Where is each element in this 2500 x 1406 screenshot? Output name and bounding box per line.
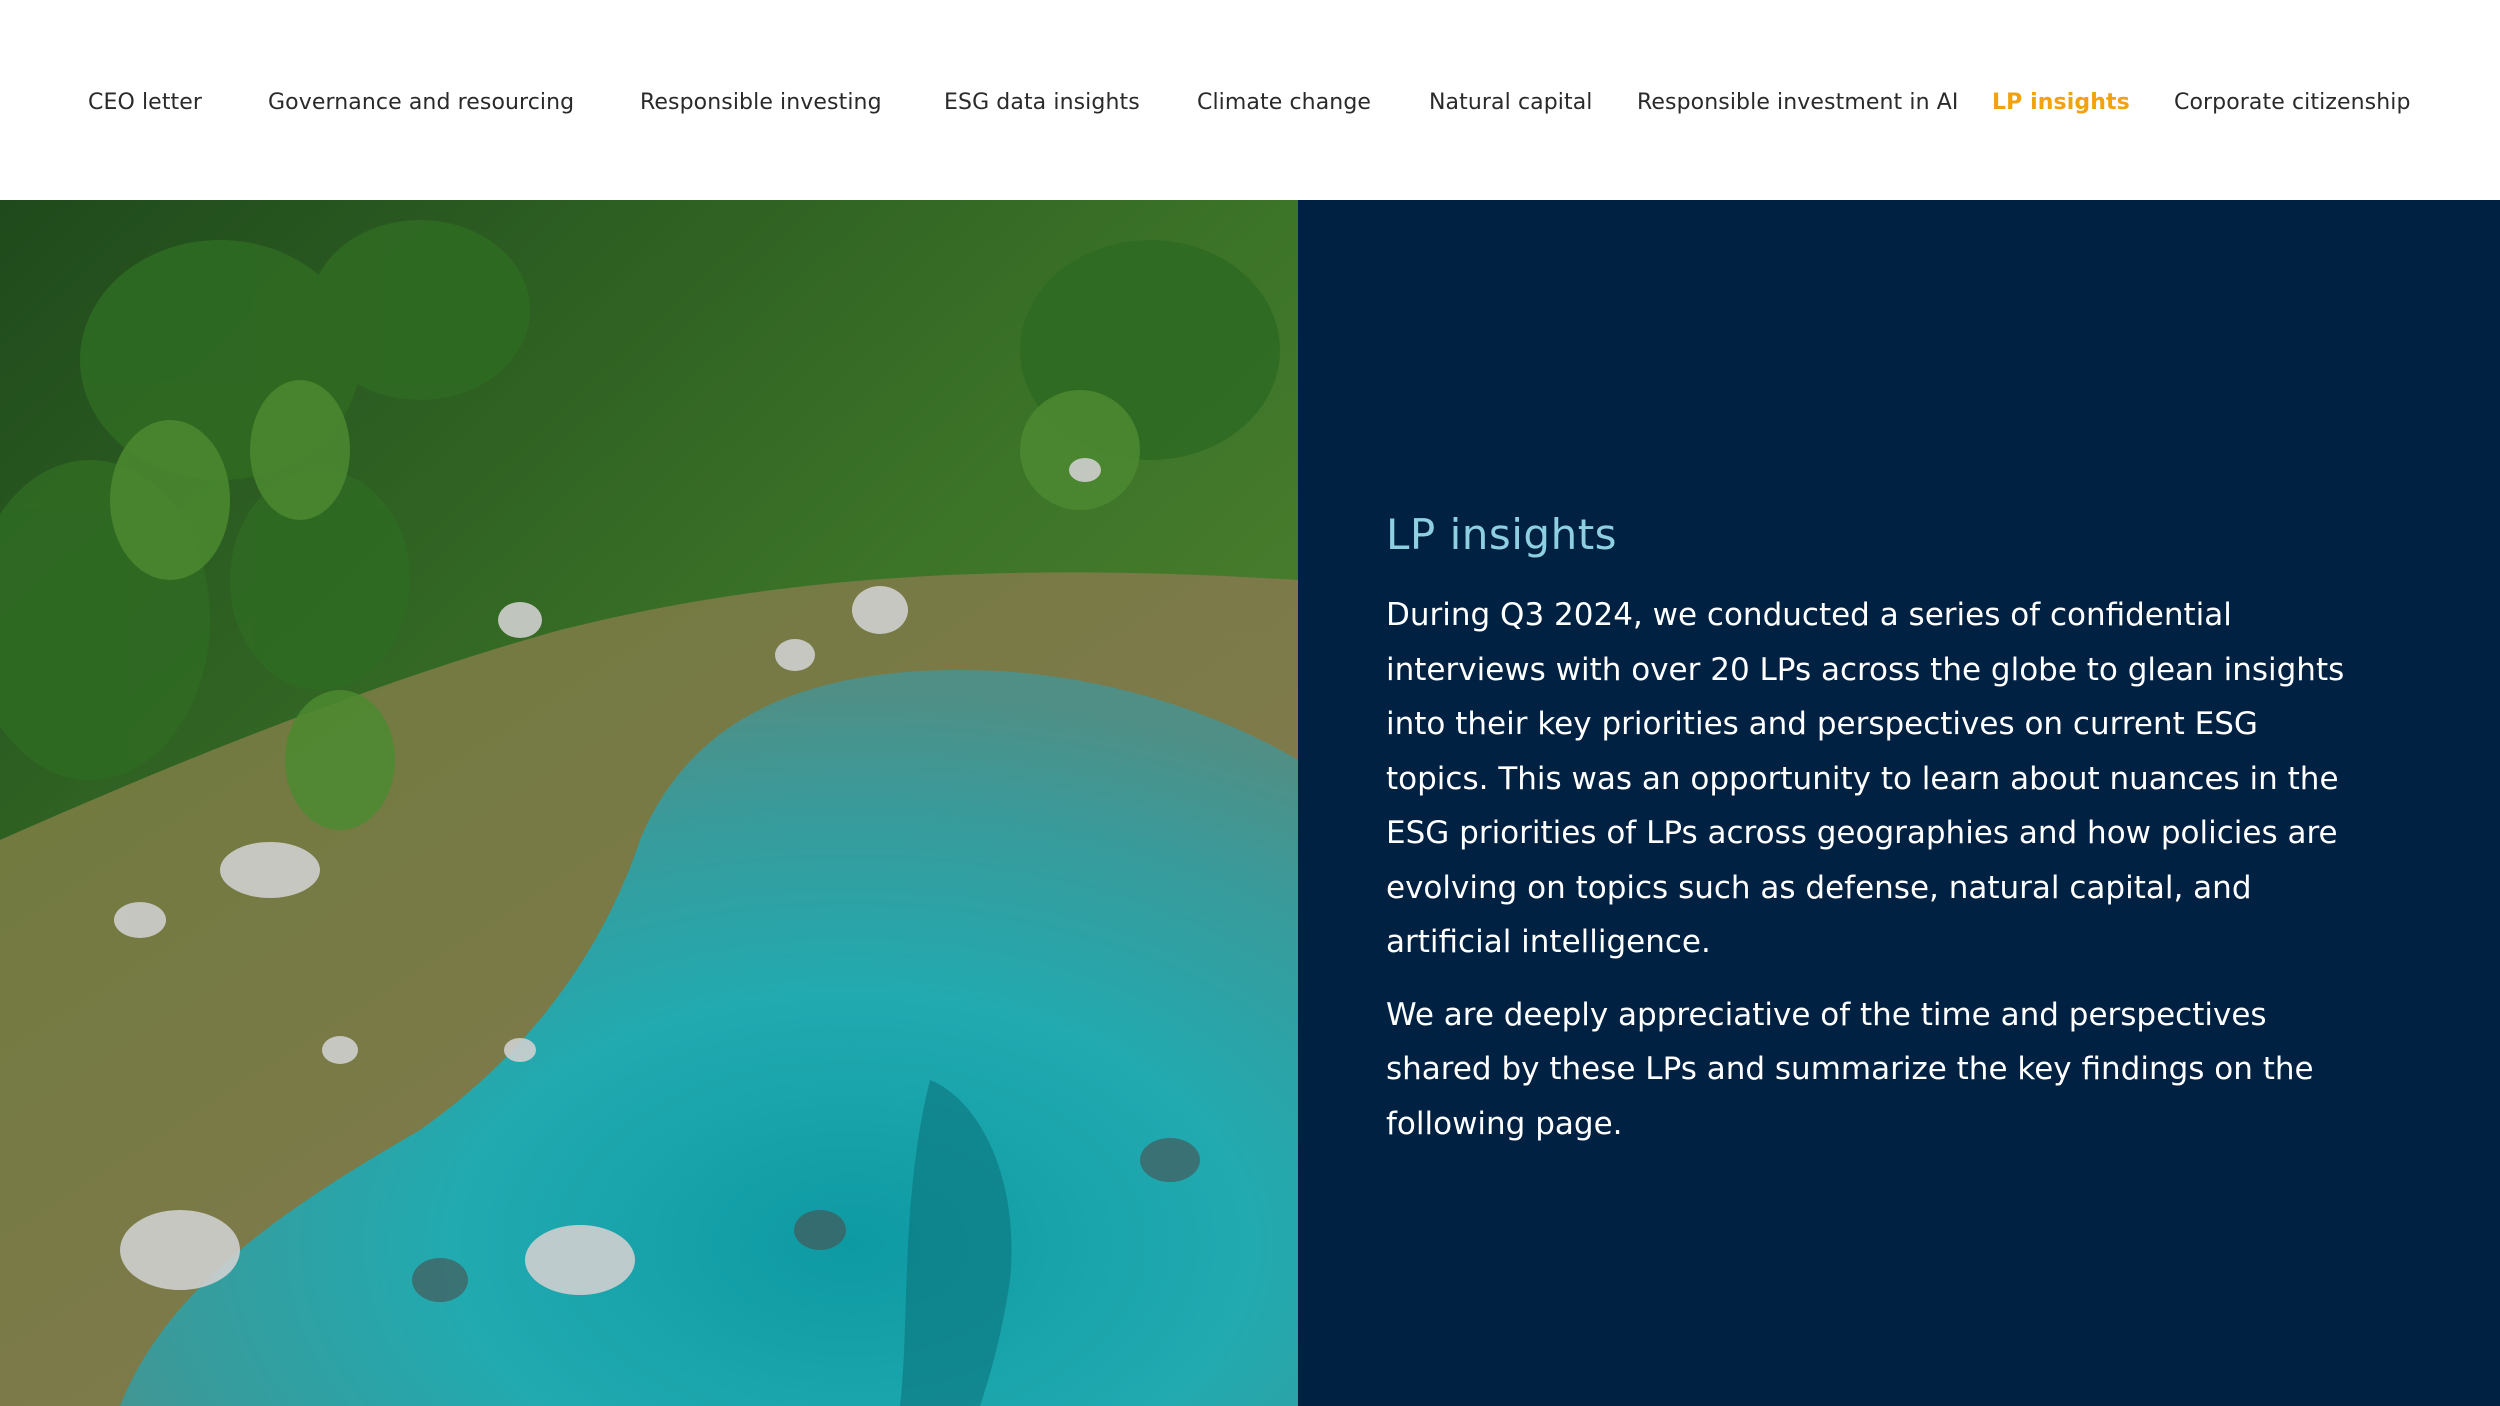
nav-item-responsible-investing[interactable]: Responsible investing (640, 86, 882, 120)
nav-item-corporate-citizenship[interactable]: Corporate citizenship (2174, 86, 2411, 120)
nav-item-climate-change[interactable]: Climate change (1197, 86, 1371, 120)
nav-item-responsible-investment-ai[interactable]: Responsible investment in AI (1637, 86, 1958, 120)
nav-item-governance-resourcing[interactable]: Governance and resourcing (268, 86, 574, 120)
top-navigation: CEO letter Governance and resourcing Res… (0, 0, 2500, 200)
body-paragraph-1: During Q3 2024, we conducted a series of… (1386, 597, 2345, 960)
nav-item-ceo-letter[interactable]: CEO letter (88, 86, 202, 120)
nav-item-natural-capital[interactable]: Natural capital (1429, 86, 1593, 120)
nav-item-esg-data-insights[interactable]: ESG data insights (944, 86, 1140, 120)
page-title: LP insights (1386, 510, 1618, 559)
body-paragraph-2: We are deeply appreciative of the time a… (1386, 996, 2314, 1142)
body-text: During Q3 2024, we conducted a series of… (1386, 588, 2346, 1169)
aerial-lake-forest-photo (0, 200, 1298, 1406)
lp-insights-panel: LP insights During Q3 2024, we conducted… (1298, 200, 2500, 1406)
nav-item-lp-insights[interactable]: LP insights (1992, 86, 2130, 120)
